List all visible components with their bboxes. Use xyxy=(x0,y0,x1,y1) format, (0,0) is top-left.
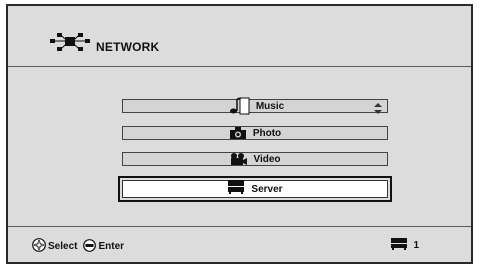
menu-item-label: Photo xyxy=(252,127,282,139)
server-icon xyxy=(227,179,245,199)
enter-hint-label: Enter xyxy=(98,241,125,252)
menu-item-server[interactable]: Server xyxy=(122,179,388,199)
menu-item-music[interactable]: Music xyxy=(122,97,388,115)
menu-item-photo[interactable]: Photo xyxy=(122,126,388,140)
menu-item-label: Video xyxy=(253,153,281,165)
page-indicator: 1 xyxy=(391,238,419,253)
header: NETWORK xyxy=(8,6,471,66)
camera-icon xyxy=(229,127,247,139)
server-icon xyxy=(391,238,408,253)
menu-item-label: Server xyxy=(251,183,283,195)
header-divider xyxy=(8,66,471,67)
network-icon xyxy=(50,33,90,51)
page-number: 1 xyxy=(413,240,419,251)
up-down-arrows-icon[interactable] xyxy=(373,101,383,119)
music-note-icon xyxy=(226,97,250,115)
select-hint-label: Select xyxy=(48,241,78,252)
page-title: NETWORK xyxy=(96,40,160,54)
enter-button-icon xyxy=(83,238,97,255)
video-camera-icon xyxy=(229,153,248,165)
footer: Select Enter 1 xyxy=(8,227,471,264)
network-screen: NETWORK Music Photo Video Server Select … xyxy=(6,4,473,264)
directional-pad-icon xyxy=(32,238,46,255)
menu-item-label: Music xyxy=(255,100,285,112)
menu-item-video[interactable]: Video xyxy=(122,152,388,166)
control-hints: Select Enter xyxy=(32,238,130,255)
